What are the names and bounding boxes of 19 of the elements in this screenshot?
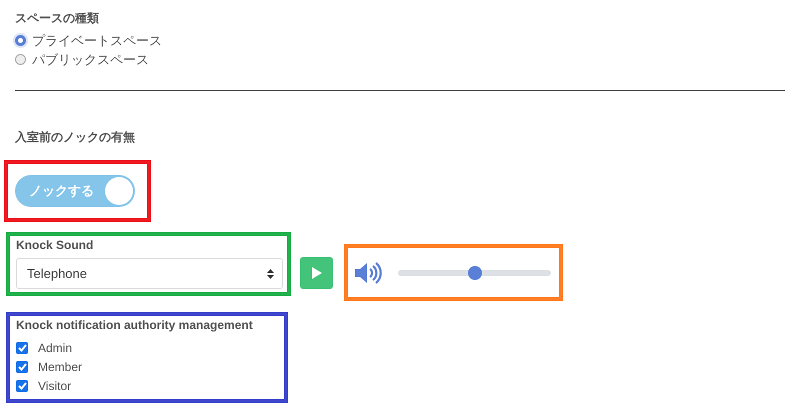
radio-button[interactable] — [15, 35, 26, 46]
sound-select[interactable]: Telephone — [16, 258, 283, 289]
checkbox[interactable] — [16, 380, 28, 392]
speaker-icon[interactable] — [354, 260, 384, 284]
checkbox-label: Member — [38, 360, 82, 374]
field-label: Knock notification authority management — [16, 318, 254, 332]
checkbox[interactable] — [16, 342, 28, 354]
radio-button[interactable] — [15, 54, 26, 65]
section-heading: 入室前のノックの有無 — [15, 129, 136, 146]
radio-label: パブリックスペース — [32, 50, 149, 68]
sort-arrows-icon — [267, 268, 274, 278]
checkbox[interactable] — [16, 360, 28, 372]
play-icon — [310, 266, 322, 280]
section-heading: スペースの種類 — [15, 10, 100, 27]
radio-label: プライベートスペース — [32, 32, 162, 50]
checkbox-label: Admin — [38, 340, 72, 354]
checkbox-label: Visitor — [38, 378, 72, 392]
field-label: Knock Sound — [16, 238, 94, 252]
play-button[interactable] — [300, 257, 333, 289]
